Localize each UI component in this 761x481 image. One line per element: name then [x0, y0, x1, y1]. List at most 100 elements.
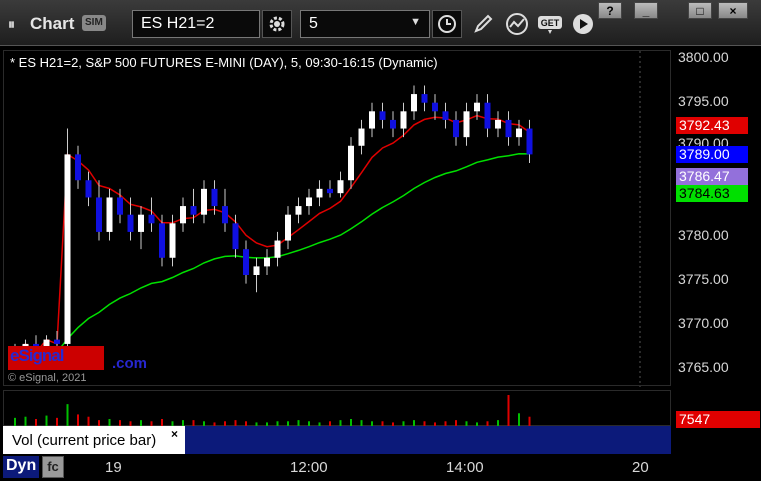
candle-body [316, 188, 323, 198]
symbol-value: ES H21=2 [141, 15, 215, 32]
candle-body [222, 206, 228, 224]
volume-bar [518, 413, 520, 427]
volume-bar [507, 395, 510, 427]
volume-bar [66, 404, 69, 427]
settings-button[interactable] [262, 10, 292, 38]
last-price-label: 3789.00 [676, 146, 748, 163]
sim-badge: SIM [82, 15, 106, 31]
help-button[interactable]: ? [598, 2, 622, 19]
y-tick-label: 3780.00 [678, 227, 729, 243]
y-tick-label: 3770.00 [678, 315, 729, 331]
candle-body [390, 119, 396, 129]
time-tick-label: 19 [105, 459, 122, 476]
candle-body [64, 154, 71, 344]
candle-body [526, 128, 533, 155]
candle-body [75, 154, 81, 181]
maximize-button[interactable]: □ [688, 2, 712, 19]
esignal-logo: eSignal [8, 346, 104, 370]
candle-body [295, 206, 302, 215]
purple-line-price-label: 3786.47 [676, 168, 748, 185]
candle-body [243, 249, 249, 275]
fc-icon[interactable]: fc [42, 456, 64, 478]
candle-body [411, 94, 417, 112]
time-tick-label: 20 [632, 459, 649, 476]
candle-body [495, 119, 501, 129]
play-button[interactable] [568, 10, 598, 38]
candle-body [85, 180, 92, 198]
candle-body [169, 223, 176, 258]
indicator-icon [506, 13, 528, 35]
candle-body [484, 102, 491, 129]
svg-text:GET: GET [541, 18, 560, 28]
window-title: Chart [30, 14, 75, 33]
volume-study-label[interactable]: Vol (current price bar) [3, 426, 185, 454]
close-button[interactable]: × [718, 2, 748, 19]
indicator-button[interactable] [502, 10, 532, 38]
volume-chart-svg [14, 395, 531, 427]
get-icon: GET [538, 16, 562, 34]
esignal-logo-suffix: .com [112, 355, 148, 372]
candle-body [180, 206, 186, 224]
draw-tool-button[interactable] [468, 10, 498, 38]
interval-value: 5 [309, 15, 318, 32]
get-button[interactable]: GET [536, 10, 566, 38]
candle-body [505, 119, 512, 138]
candle-body [306, 197, 312, 207]
y-tick-label: 3800.00 [678, 49, 729, 65]
candle-body [453, 119, 459, 138]
candle-body [232, 223, 239, 250]
candle-body [421, 94, 428, 103]
candle-body [190, 206, 197, 215]
time-tick-label: 14:00 [446, 459, 484, 476]
candle-body [442, 111, 449, 120]
candle-body [327, 188, 333, 194]
y-tick-label: 3765.00 [678, 359, 729, 375]
candle-body [516, 128, 522, 138]
close-study-icon[interactable]: × [171, 427, 178, 441]
volume-pane[interactable] [3, 390, 671, 427]
drag-grip-icon[interactable]: ⏸ [8, 16, 15, 33]
candle-body [400, 111, 407, 129]
candle-body [358, 128, 365, 146]
green-average-line [15, 153, 530, 354]
y-tick-label: 3775.00 [678, 271, 729, 287]
candle-body [138, 214, 144, 232]
chevron-down-icon: ▼ [410, 16, 421, 28]
candle-body [253, 266, 260, 275]
price-chart-svg [12, 51, 641, 387]
candle-body [211, 188, 218, 207]
symbol-combobox[interactable]: ES H21=2 [132, 10, 260, 38]
clock-button[interactable] [432, 10, 462, 38]
pencil-icon [474, 14, 493, 33]
y-tick-label: 3795.00 [678, 93, 729, 109]
green-line-price-label: 3784.63 [676, 185, 748, 202]
candle-body [159, 223, 165, 258]
candle-body [106, 197, 113, 232]
candle-body [379, 111, 386, 120]
minimize-button[interactable]: _ [634, 2, 658, 19]
candle-body [117, 197, 123, 215]
candle-body [96, 197, 102, 232]
candle-body [285, 214, 291, 241]
candle-body [337, 180, 344, 194]
settings-gear-icon [269, 16, 285, 32]
dynamic-mode-button[interactable]: Dyn [3, 456, 39, 478]
candle-body [463, 111, 470, 138]
candle-body [474, 102, 480, 112]
chart-description: * ES H21=2, S&P 500 FUTURES E-MINI (DAY)… [10, 55, 438, 70]
copyright-text: © eSignal, 2021 [8, 372, 87, 384]
title-bar: ⏸ Chart SIM ES H21=2 5 ▼ GET ? _ □ × [0, 0, 761, 46]
time-tick-label: 12:00 [290, 459, 328, 476]
interval-combobox[interactable]: 5 ▼ [300, 10, 430, 38]
clock-icon [438, 15, 456, 33]
candle-body [348, 145, 354, 181]
candle-body [201, 188, 207, 215]
candle-body [127, 214, 134, 232]
candle-body [264, 257, 270, 267]
price-chart-pane[interactable] [3, 50, 671, 387]
candle-body [54, 339, 60, 344]
candle-body [148, 214, 155, 224]
play-icon [573, 14, 593, 34]
red-line-price-label: 3792.43 [676, 117, 748, 134]
candle-body [432, 102, 438, 112]
